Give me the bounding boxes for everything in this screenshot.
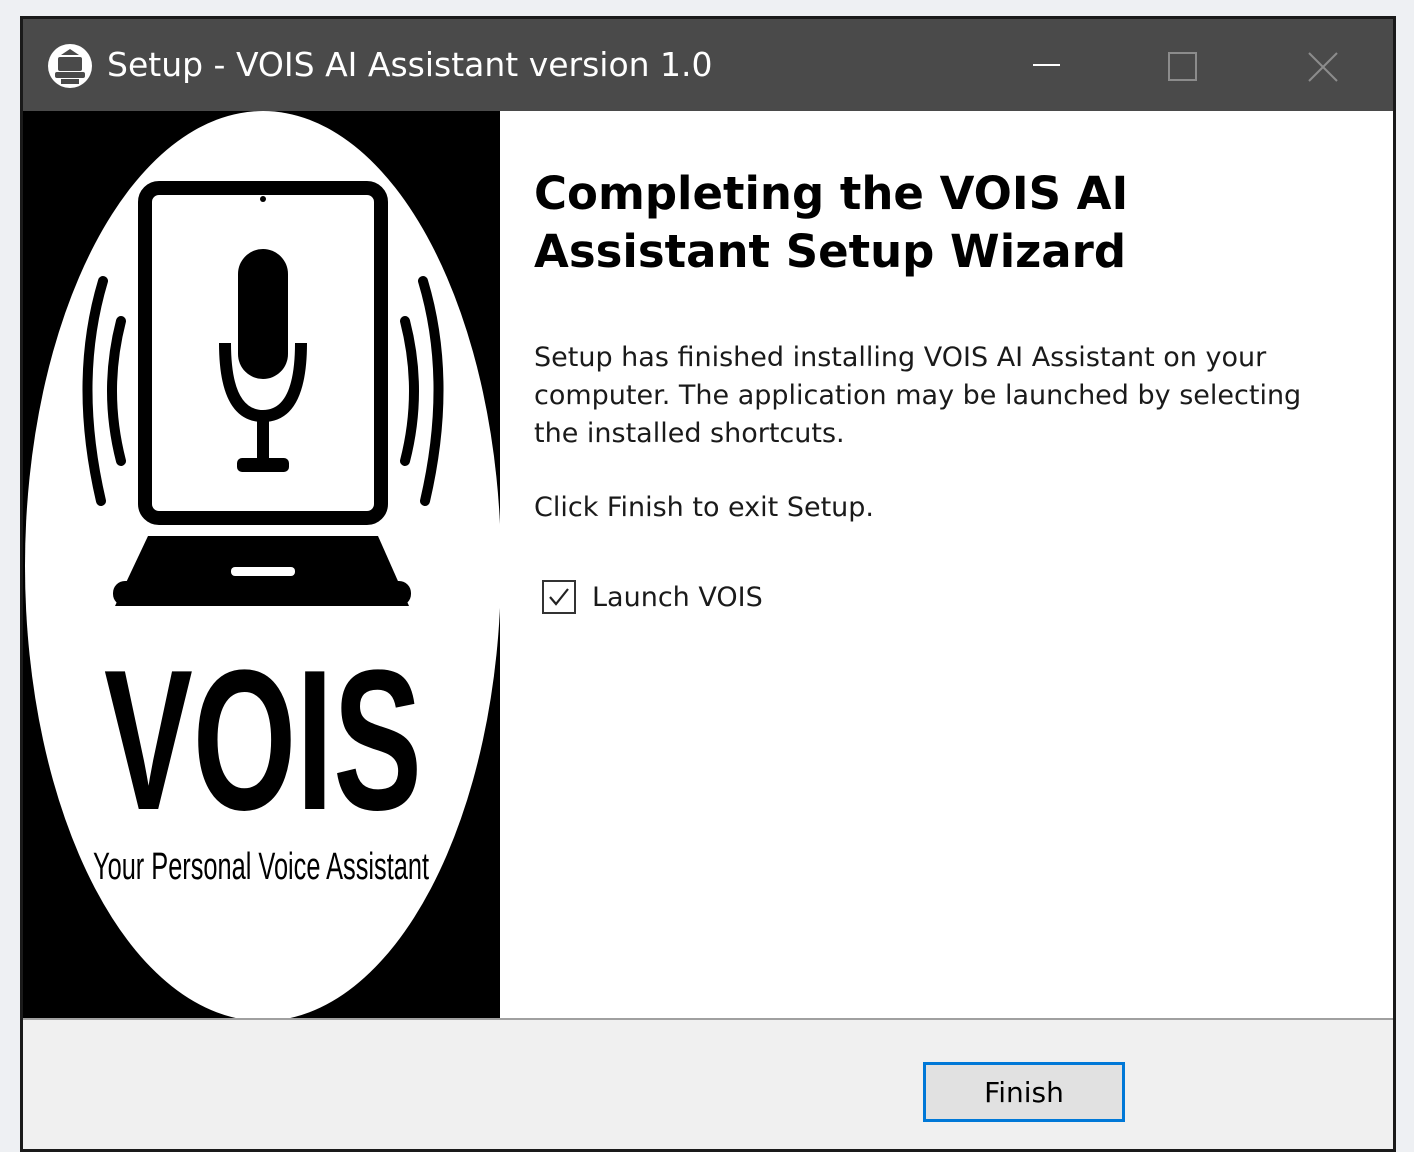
checkmark-icon bbox=[549, 588, 569, 606]
wizard-side-image: VOIS Your Personal Voice Assistant bbox=[23, 111, 500, 1018]
exit-instruction: Click Finish to exit Setup. bbox=[534, 492, 875, 523]
page-title: Completing the VOIS AI Assistant Setup W… bbox=[534, 167, 1129, 278]
launch-vois-option[interactable]: Launch VOIS bbox=[542, 577, 763, 617]
maximize-button[interactable] bbox=[1117, 19, 1247, 111]
launch-vois-checkbox[interactable] bbox=[542, 580, 576, 614]
vois-tagline: Your Personal Voice Assistant bbox=[93, 846, 429, 888]
title-bar[interactable]: Setup - VOIS AI Assistant version 1.0 bbox=[23, 19, 1393, 111]
minimize-button[interactable] bbox=[981, 19, 1111, 111]
launch-vois-label[interactable]: Launch VOIS bbox=[592, 582, 763, 613]
finish-button[interactable]: Finish bbox=[923, 1062, 1125, 1122]
window-title: Setup - VOIS AI Assistant version 1.0 bbox=[107, 45, 713, 84]
vois-logo-text: VOIS bbox=[104, 629, 422, 852]
maximize-icon bbox=[1168, 52, 1197, 81]
close-button[interactable] bbox=[1253, 19, 1393, 111]
close-icon bbox=[1308, 52, 1338, 82]
wizard-footer: Finish bbox=[23, 1020, 1393, 1149]
minimize-icon bbox=[1033, 64, 1060, 66]
installer-app-icon bbox=[48, 44, 92, 88]
wizard-content: Completing the VOIS AI Assistant Setup W… bbox=[500, 111, 1393, 1018]
completion-message: Setup has finished installing VOIS AI As… bbox=[534, 342, 1302, 449]
setup-window: Setup - VOIS AI Assistant version 1.0 VO… bbox=[20, 16, 1396, 1152]
vois-logo: VOIS Your Personal Voice Assistant bbox=[25, 111, 500, 1018]
